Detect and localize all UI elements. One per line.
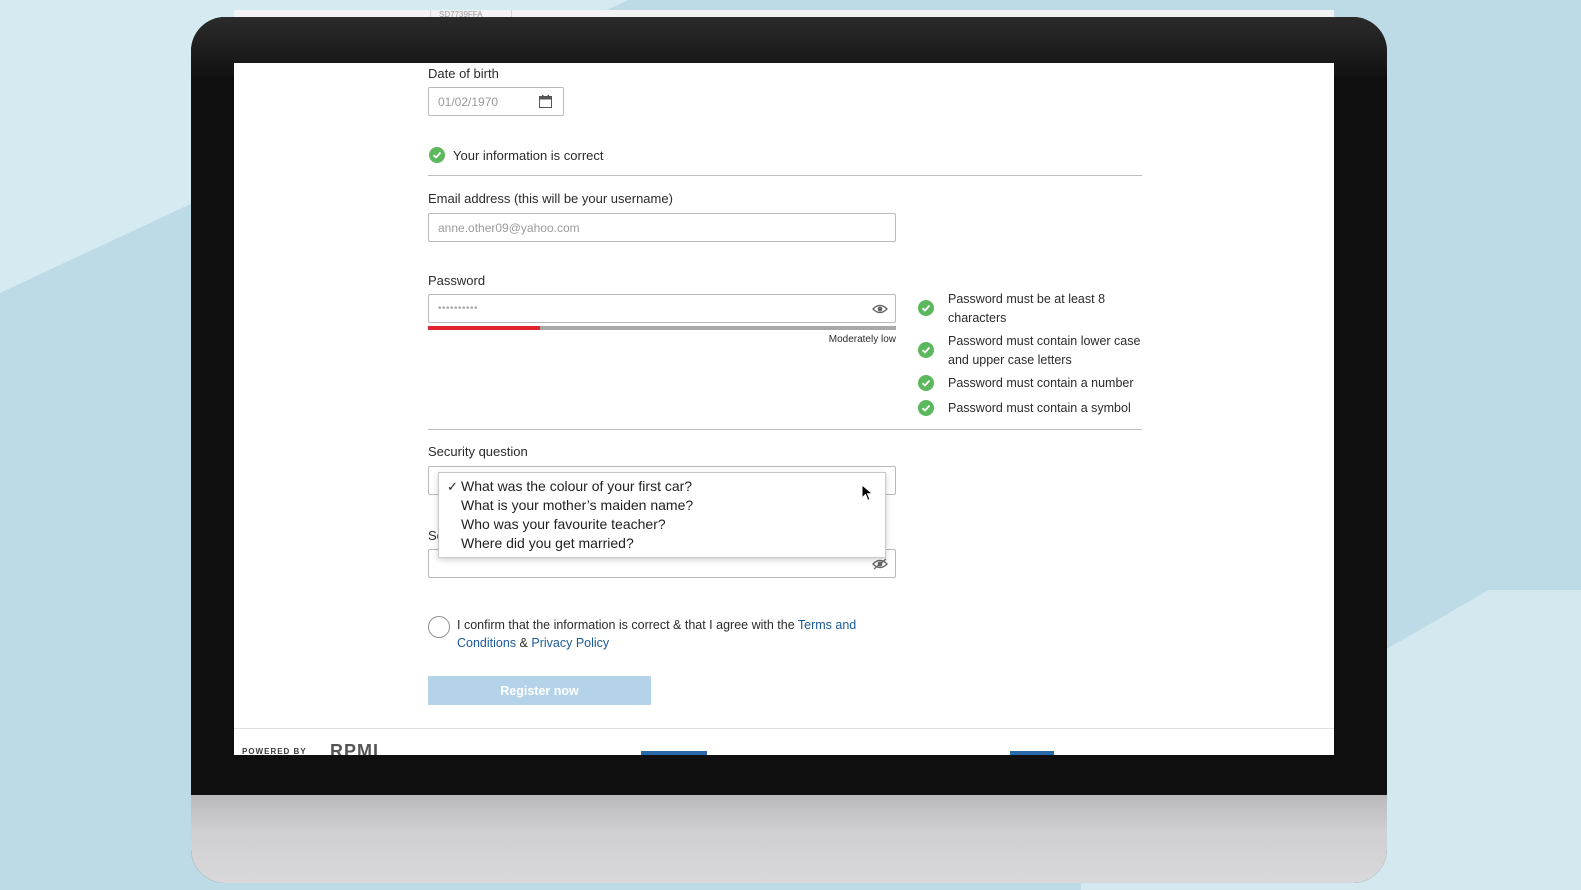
register-button[interactable]: Register now — [428, 676, 651, 705]
eye-slash-icon[interactable] — [872, 558, 888, 573]
consent-text: I confirm that the information is correc… — [457, 618, 857, 650]
password-input[interactable]: •••••••••• — [428, 294, 896, 323]
footer-logo: RPMI — [330, 741, 379, 755]
date-of-birth-value: 01/02/1970 — [438, 94, 499, 109]
section-divider — [428, 175, 1142, 176]
registration-form-screen: Date of birth 01/02/1970 Your informatio… — [234, 63, 1334, 755]
calendar-icon[interactable] — [539, 95, 552, 111]
password-label: Password — [428, 273, 486, 288]
monitor-chin — [191, 795, 1387, 883]
footer-divider — [234, 728, 1334, 729]
date-of-birth-input[interactable]: 01/02/1970 — [428, 87, 564, 116]
password-rule-length: Password must be at least 8 characters — [948, 292, 1106, 325]
security-question-dropdown[interactable]: ✓ What was the colour of your first car?… — [438, 472, 886, 558]
security-question-label: Security question — [428, 444, 528, 459]
checkmark-icon: ✓ — [447, 479, 458, 494]
section-divider — [428, 429, 1142, 430]
check-circle-icon — [429, 147, 445, 163]
eye-icon[interactable] — [872, 303, 888, 318]
password-rule-symbol: Password must contain a symbol — [948, 401, 1131, 415]
password-strength-label: Moderately low — [828, 334, 896, 345]
monitor-frame: Date of birth 01/02/1970 Your informatio… — [191, 17, 1387, 883]
password-rule-case: Password must contain lower case and upp… — [948, 334, 1141, 367]
email-input[interactable]: anne.other09@yahoo.com — [428, 213, 896, 242]
security-option[interactable]: Who was your favourite teacher? — [439, 515, 885, 534]
rule-check-icon — [918, 342, 934, 358]
security-option[interactable]: ✓ What was the colour of your first car? — [439, 477, 885, 496]
password-rule-number: Password must contain a number — [948, 376, 1134, 390]
security-option[interactable]: What is your mother’s maiden name? — [439, 496, 885, 515]
footer-link-bar — [641, 751, 707, 755]
date-of-birth-label: Date of birth — [428, 66, 499, 81]
rule-check-icon — [918, 400, 934, 416]
rule-check-icon — [918, 375, 934, 391]
privacy-policy-link[interactable]: Privacy Policy — [531, 636, 609, 650]
email-value: anne.other09@yahoo.com — [438, 220, 580, 235]
password-strength-fill — [428, 326, 541, 330]
mouse-cursor-icon — [861, 483, 874, 507]
consent-radio[interactable] — [428, 616, 450, 638]
security-option[interactable]: Where did you get married? — [439, 534, 885, 553]
password-masked-value: •••••••••• — [438, 303, 479, 314]
verification-message: Your information is correct — [453, 148, 604, 163]
footer-link-bar — [1010, 751, 1054, 755]
password-strength-meter — [428, 326, 896, 330]
rule-check-icon — [918, 300, 934, 316]
email-label: Email address (this will be your usernam… — [428, 191, 673, 206]
footer-powered-by: POWERED BY — [242, 747, 307, 755]
